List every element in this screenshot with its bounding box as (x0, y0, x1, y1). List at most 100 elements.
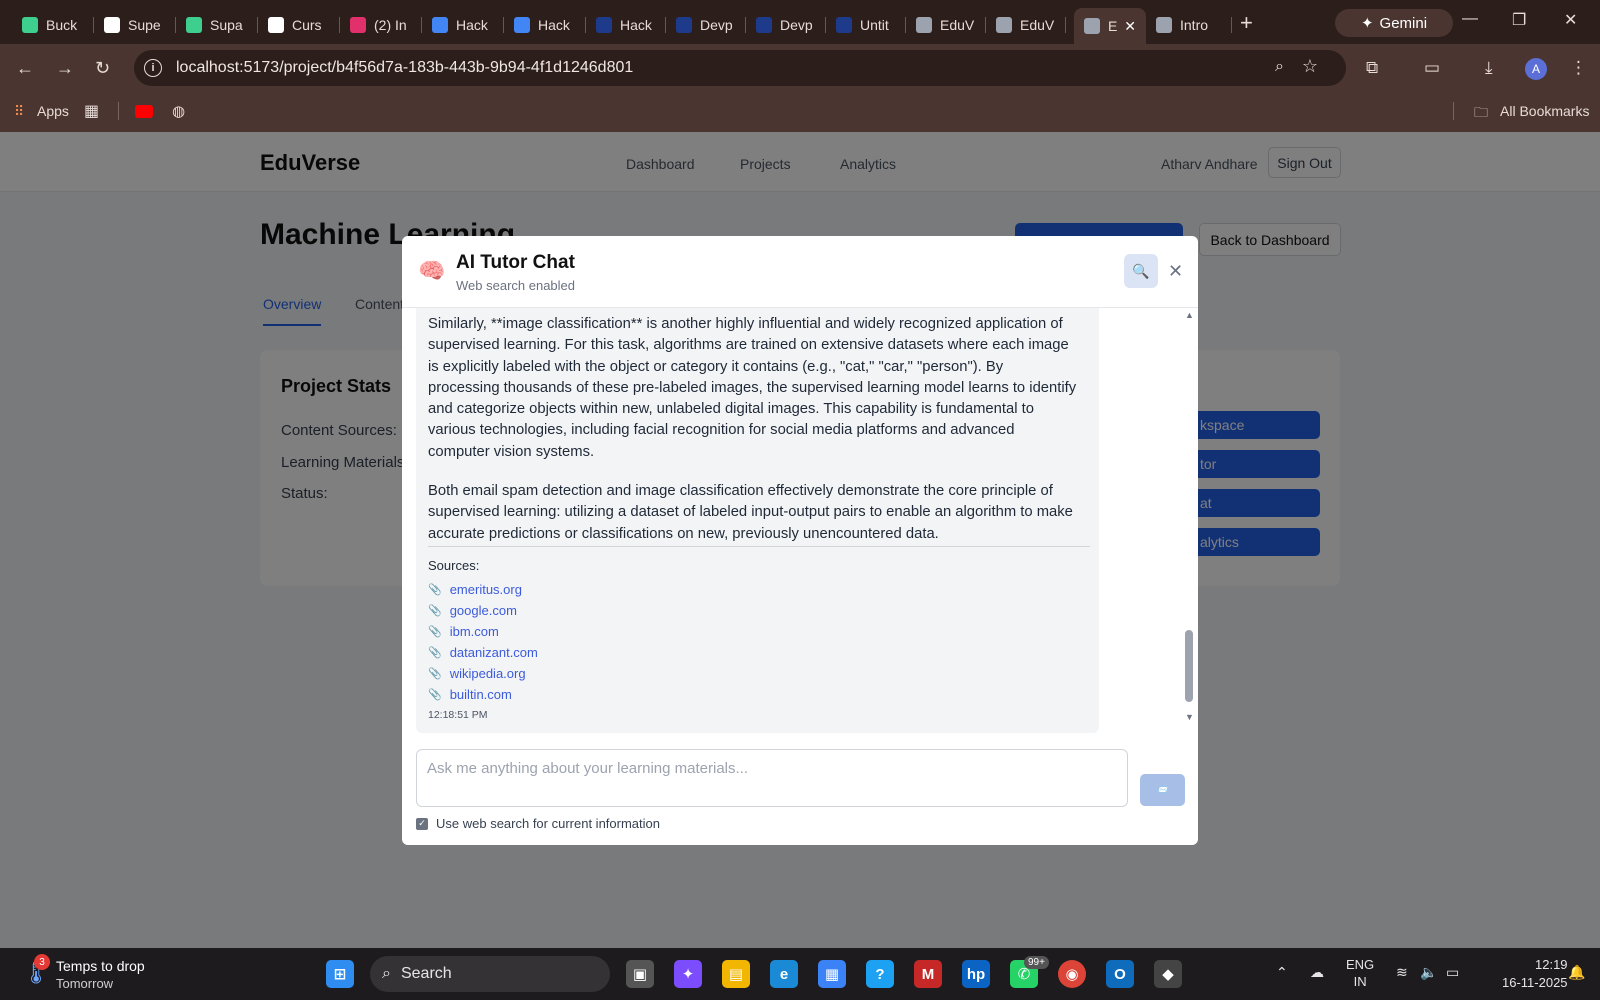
clock-time: 12:19 (1535, 957, 1568, 972)
address-bar[interactable]: i localhost:5173/project/b4f56d7a-183b-4… (134, 50, 1346, 86)
tab-separator (1065, 17, 1066, 33)
folder-icon: 🗀 (1474, 104, 1488, 120)
browser-tab[interactable]: Hack (586, 8, 666, 42)
mcafee-icon[interactable]: M (914, 960, 942, 988)
url-text[interactable]: localhost:5173/project/b4f56d7a-183b-443… (176, 59, 633, 77)
profile-avatar[interactable]: A (1525, 58, 1547, 80)
reload-icon[interactable]: ↻ (95, 58, 110, 79)
chat-messages[interactable]: Similarly, **image classification** is a… (402, 308, 1198, 733)
source-link[interactable]: 📎 wikipedia.org (428, 666, 526, 681)
browser-tab[interactable]: Curs (258, 8, 340, 42)
app-icon[interactable]: ◆ (1154, 960, 1182, 988)
source-text[interactable]: wikipedia.org (450, 666, 526, 681)
chrome-icon[interactable]: ◉ (1058, 960, 1086, 988)
browser-tab[interactable]: Hack (504, 8, 586, 42)
weather-subtitle: Tomorrow (56, 976, 114, 991)
scroll-down-arrow-icon[interactable]: ▼ (1185, 712, 1194, 722)
message-timestamp: 12:18:51 PM (428, 709, 488, 721)
weather-title: Temps to drop (56, 958, 145, 974)
send-button[interactable]: 📨 (1140, 774, 1185, 806)
task-view-icon[interactable]: ▣ (626, 960, 654, 988)
bookmark-star-icon[interactable]: ☆ (1302, 56, 1318, 77)
source-text[interactable]: datanizant.com (450, 645, 538, 660)
source-text[interactable]: google.com (450, 603, 517, 618)
d-icon (756, 17, 772, 33)
modal-header: 🧠 AI Tutor Chat Web search enabled 🔍 ✕ (402, 236, 1198, 308)
battery-icon[interactable]: ▭ (1446, 964, 1459, 981)
clock[interactable]: 12:19 16-11-2025 (1502, 956, 1568, 992)
source-text[interactable]: builtin.com (450, 687, 512, 702)
search-icon: ⌕ (382, 965, 391, 982)
scroll-up-arrow-icon[interactable]: ▲ (1185, 310, 1194, 320)
browser-tab[interactable]: Supa (176, 8, 258, 42)
gemini-button[interactable]: ✦ Gemini (1335, 9, 1453, 37)
browser-tab[interactable]: EduV (986, 8, 1066, 42)
windows-start-icon[interactable]: ⊞ (326, 960, 354, 988)
language-indicator[interactable]: ENG IN (1346, 956, 1374, 990)
close-tab-icon[interactable]: ✕ (1124, 18, 1136, 35)
wifi-icon[interactable]: ≋ (1396, 964, 1408, 981)
source-link[interactable]: 📎 datanizant.com (428, 645, 538, 660)
instagram-icon (350, 17, 366, 33)
source-link[interactable]: 📎 builtin.com (428, 687, 512, 702)
store-icon[interactable]: ▦ (818, 960, 846, 988)
close-icon[interactable]: ✕ (1168, 261, 1183, 282)
browser-tab[interactable]: Devp (746, 8, 826, 42)
chat-scrollbar[interactable]: ▲ ▼ (1182, 308, 1196, 733)
paperclip-icon: 📎 (428, 626, 442, 638)
d-icon (836, 17, 852, 33)
web-search-toggle-button[interactable]: 🔍 (1124, 254, 1158, 288)
cast-icon[interactable]: ▭ (1424, 58, 1440, 78)
browser-tab[interactable]: Hack (422, 8, 504, 42)
source-text[interactable]: ibm.com (450, 624, 499, 639)
scrollbar-thumb[interactable] (1185, 630, 1193, 702)
chevron-up-icon[interactable]: ⌃ (1276, 964, 1288, 981)
minimize-icon[interactable]: — (1462, 10, 1478, 28)
all-bookmarks[interactable]: All Bookmarks (1500, 103, 1589, 119)
browser-tab[interactable]: E ✕ (1074, 8, 1146, 44)
sparkle-icon: ✦ (1360, 15, 1374, 32)
outlook-icon[interactable]: O (1106, 960, 1134, 988)
extensions-icon[interactable]: ⧉ (1366, 58, 1378, 78)
file-explorer-icon[interactable]: ▤ (722, 960, 750, 988)
chat-input[interactable]: Ask me anything about your learning mate… (416, 749, 1128, 807)
menu-icon[interactable]: ⋮ (1570, 58, 1587, 78)
web-search-label: Use web search for current information (436, 816, 660, 831)
send-icon: 📨 (1156, 784, 1169, 796)
bookmark-apps[interactable]: Apps (37, 103, 69, 119)
browser-tab[interactable]: Supe (94, 8, 176, 42)
source-text[interactable]: emeritus.org (450, 582, 522, 597)
edge-icon[interactable]: e (770, 960, 798, 988)
new-tab-button[interactable]: + (1240, 10, 1253, 36)
close-window-icon[interactable]: ✕ (1564, 10, 1577, 30)
notification-bell-icon[interactable]: 🔔 (1568, 964, 1585, 981)
cloud-off-icon[interactable]: ☁ (1310, 964, 1324, 981)
browser-tab[interactable]: Untit (826, 8, 906, 42)
browser-tab[interactable]: Intro (1146, 8, 1232, 42)
globe-icon[interactable]: ◍ (172, 102, 185, 120)
site-info-icon[interactable]: i (144, 59, 162, 77)
tab-groups-icon[interactable]: ▦ (84, 101, 99, 121)
volume-icon[interactable]: 🔈 (1420, 964, 1437, 981)
ai-tutor-chat-modal: 🧠 AI Tutor Chat Web search enabled 🔍 ✕ S… (402, 236, 1198, 845)
help-icon[interactable]: ? (866, 960, 894, 988)
browser-tab[interactable]: (2) In (340, 8, 422, 42)
back-icon[interactable]: ← (16, 58, 34, 79)
zoom-icon[interactable]: ⌕ (1275, 58, 1284, 76)
source-link[interactable]: 📎 emeritus.org (428, 582, 522, 597)
copilot-icon[interactable]: ✦ (674, 960, 702, 988)
source-link[interactable]: 📎 google.com (428, 603, 517, 618)
browser-tab[interactable]: Buck (12, 8, 94, 42)
source-link[interactable]: 📎 ibm.com (428, 624, 499, 639)
forward-icon[interactable]: → (56, 58, 74, 79)
apps-grid-icon[interactable]: ⠿ (14, 103, 24, 120)
youtube-icon[interactable] (135, 105, 153, 118)
taskbar-search[interactable]: ⌕ Search (370, 956, 610, 992)
checkbox-checked-icon[interactable]: ✓ (416, 817, 428, 830)
web-search-checkbox-row[interactable]: ✓ Use web search for current information (416, 816, 660, 831)
restore-icon[interactable]: ❐ (1512, 10, 1526, 30)
browser-tab[interactable]: Devp (666, 8, 746, 42)
browser-tab[interactable]: EduV (906, 8, 986, 42)
hp-icon[interactable]: hp (962, 960, 990, 988)
download-icon[interactable]: ⤓ (1485, 58, 1493, 78)
